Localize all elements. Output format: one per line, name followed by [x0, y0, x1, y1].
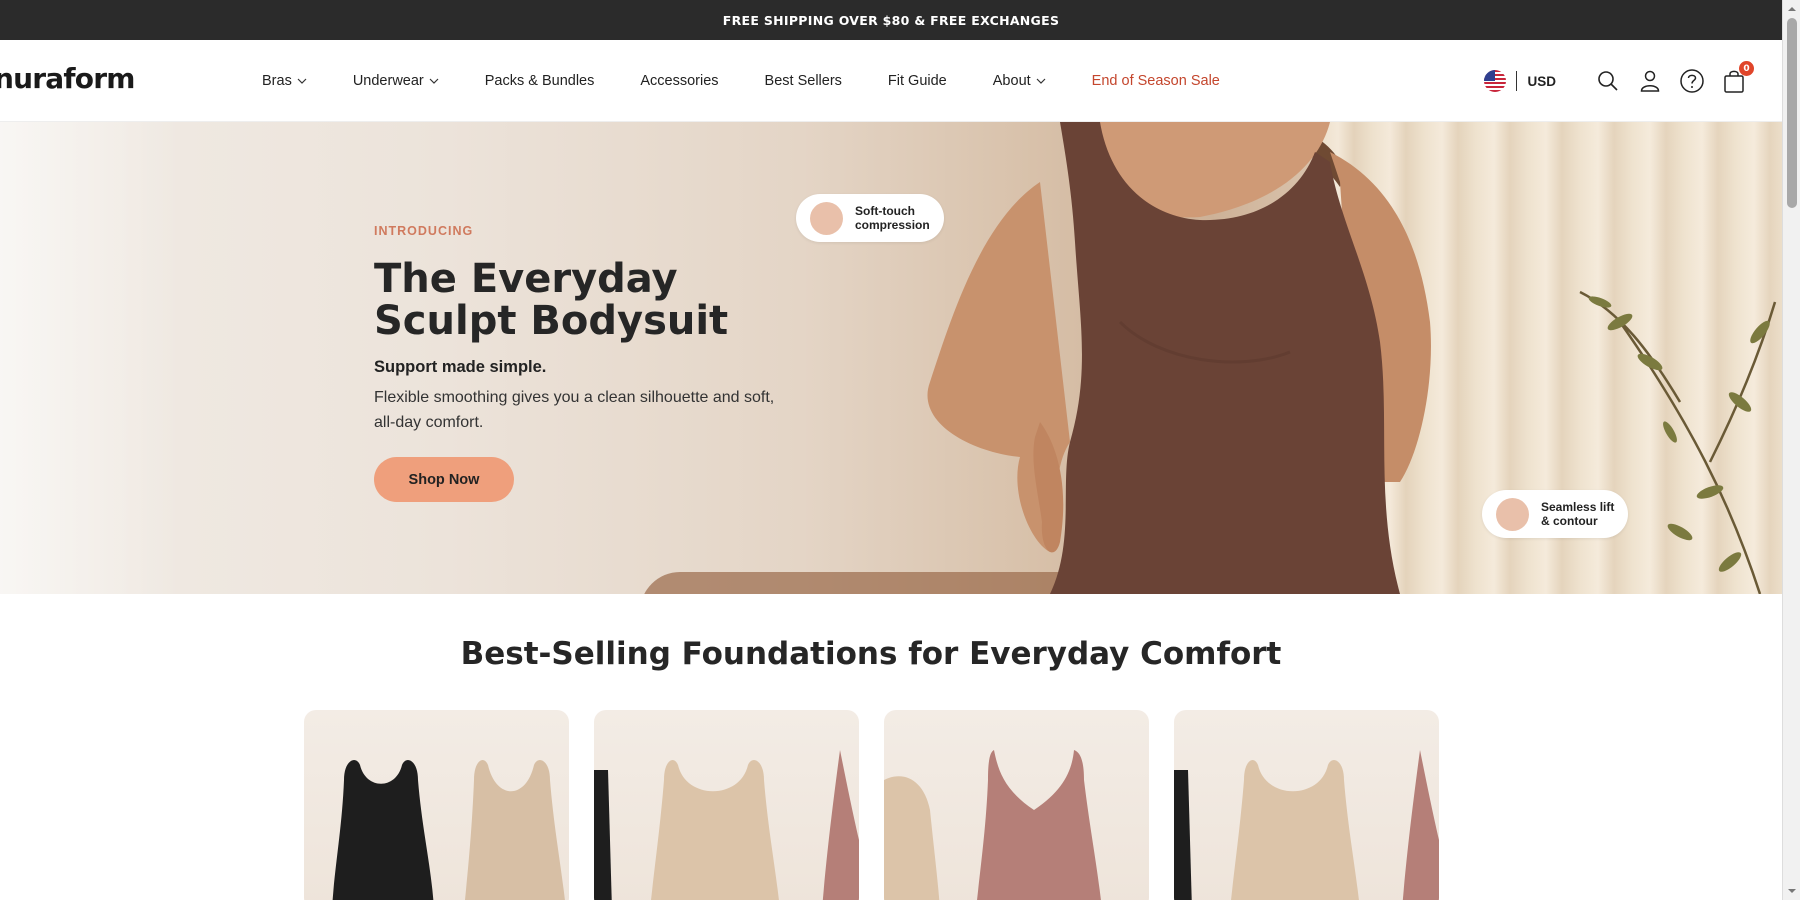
hero-eyebrow: INTRODUCING [374, 224, 474, 238]
feature-callout-compression: Soft-touch compression [796, 194, 944, 242]
callout-swatch [1496, 497, 1529, 531]
feature-callout-lift: Seamless lift & contour [1482, 490, 1629, 538]
hero-title: The Everyday Sculpt Bodysuit [374, 258, 794, 342]
section-title: Best-Selling Foundations for Everyday Co… [460, 636, 1282, 672]
account-icon[interactable] [1636, 67, 1664, 95]
chevron-down-icon [429, 78, 439, 84]
main-nav: Bras Underwear Packs & Bundles Accessori… [262, 40, 1266, 122]
hero-subtitle: Support made simple. [374, 358, 547, 376]
chevron-down-icon [1036, 78, 1046, 84]
callout-text: Seamless lift & contour [1541, 500, 1614, 528]
callout-line-1: Soft-touch [855, 204, 915, 218]
hero-title-line-1: The Everyday [374, 256, 678, 302]
cart-count-badge: 0 [1739, 61, 1754, 76]
product-image [884, 750, 1101, 900]
page-scrollbar[interactable] [1782, 0, 1800, 900]
product-card[interactable] [1174, 710, 1439, 900]
nav-item-accessories[interactable]: Accessories [640, 73, 718, 89]
nav-label: Underwear [352, 73, 424, 89]
nav-label: Fit Guide [887, 73, 947, 89]
product-card[interactable] [884, 710, 1149, 900]
nav-item-about[interactable]: About [993, 73, 1046, 89]
callout-line-2: compression [855, 218, 930, 232]
shop-now-button[interactable]: Shop Now [374, 457, 514, 502]
currency-label: USD [1527, 73, 1556, 89]
currency-divider [1516, 71, 1518, 91]
hero-description: Flexible smoothing gives you a clean sil… [374, 389, 775, 431]
product-card[interactable] [594, 710, 859, 900]
nav-item-packs-bundles[interactable]: Packs & Bundles [485, 73, 595, 89]
nav-label: About [992, 73, 1031, 89]
cart-icon[interactable]: 0 [1720, 61, 1754, 95]
hero-model-image [927, 122, 1431, 594]
nav-label: End of Season Sale [1091, 73, 1220, 89]
nav-label: Best Sellers [764, 73, 842, 89]
product-image [594, 750, 859, 900]
hero-content: INTRODUCING The Everyday Sculpt Bodysuit… [374, 224, 794, 502]
us-flag-icon [1484, 70, 1507, 92]
product-card[interactable] [304, 710, 569, 900]
callout-line-2: & contour [1541, 514, 1598, 528]
scroll-down-icon[interactable] [1787, 886, 1797, 896]
nav-item-best-sellers[interactable]: Best Sellers [765, 73, 842, 89]
product-image [1174, 750, 1439, 900]
nav-item-fit-guide[interactable]: Fit Guide [888, 73, 947, 89]
scrollbar-thumb[interactable] [1787, 18, 1797, 208]
help-icon[interactable] [1678, 67, 1706, 95]
currency-selector[interactable]: USD [1484, 70, 1556, 92]
nav-label: Packs & Bundles [484, 73, 595, 89]
callout-text: Soft-touch compression [855, 204, 930, 232]
hero-banner: INTRODUCING The Everyday Sculpt Bodysuit… [0, 122, 1782, 594]
header-actions: USD 0 [1484, 40, 1754, 122]
announcement-text: FREE SHIPPING OVER $80 & FREE EXCHANGES [722, 12, 1060, 28]
callout-swatch [810, 201, 843, 235]
nav-item-sale[interactable]: End of Season Sale [1092, 73, 1220, 89]
nav-label: Accessories [640, 73, 719, 89]
announcement-bar: FREE SHIPPING OVER $80 & FREE EXCHANGES [0, 0, 1782, 40]
brand-logo[interactable]: nuraform [0, 62, 135, 95]
nav-item-bras[interactable]: Bras [262, 73, 307, 89]
search-icon[interactable] [1594, 67, 1622, 95]
site-header: nuraform Bras Underwear Packs & Bundles … [0, 40, 1782, 122]
callout-line-1: Seamless lift [1541, 500, 1615, 514]
product-grid [304, 710, 1464, 900]
chevron-down-icon [297, 78, 307, 84]
hero-title-line-2: Sculpt Bodysuit [374, 298, 729, 344]
hero-wall-light [0, 122, 180, 594]
product-image [332, 760, 565, 900]
nav-item-underwear[interactable]: Underwear [353, 73, 439, 89]
nav-label: Bras [262, 73, 292, 89]
scroll-up-icon[interactable] [1787, 4, 1797, 14]
